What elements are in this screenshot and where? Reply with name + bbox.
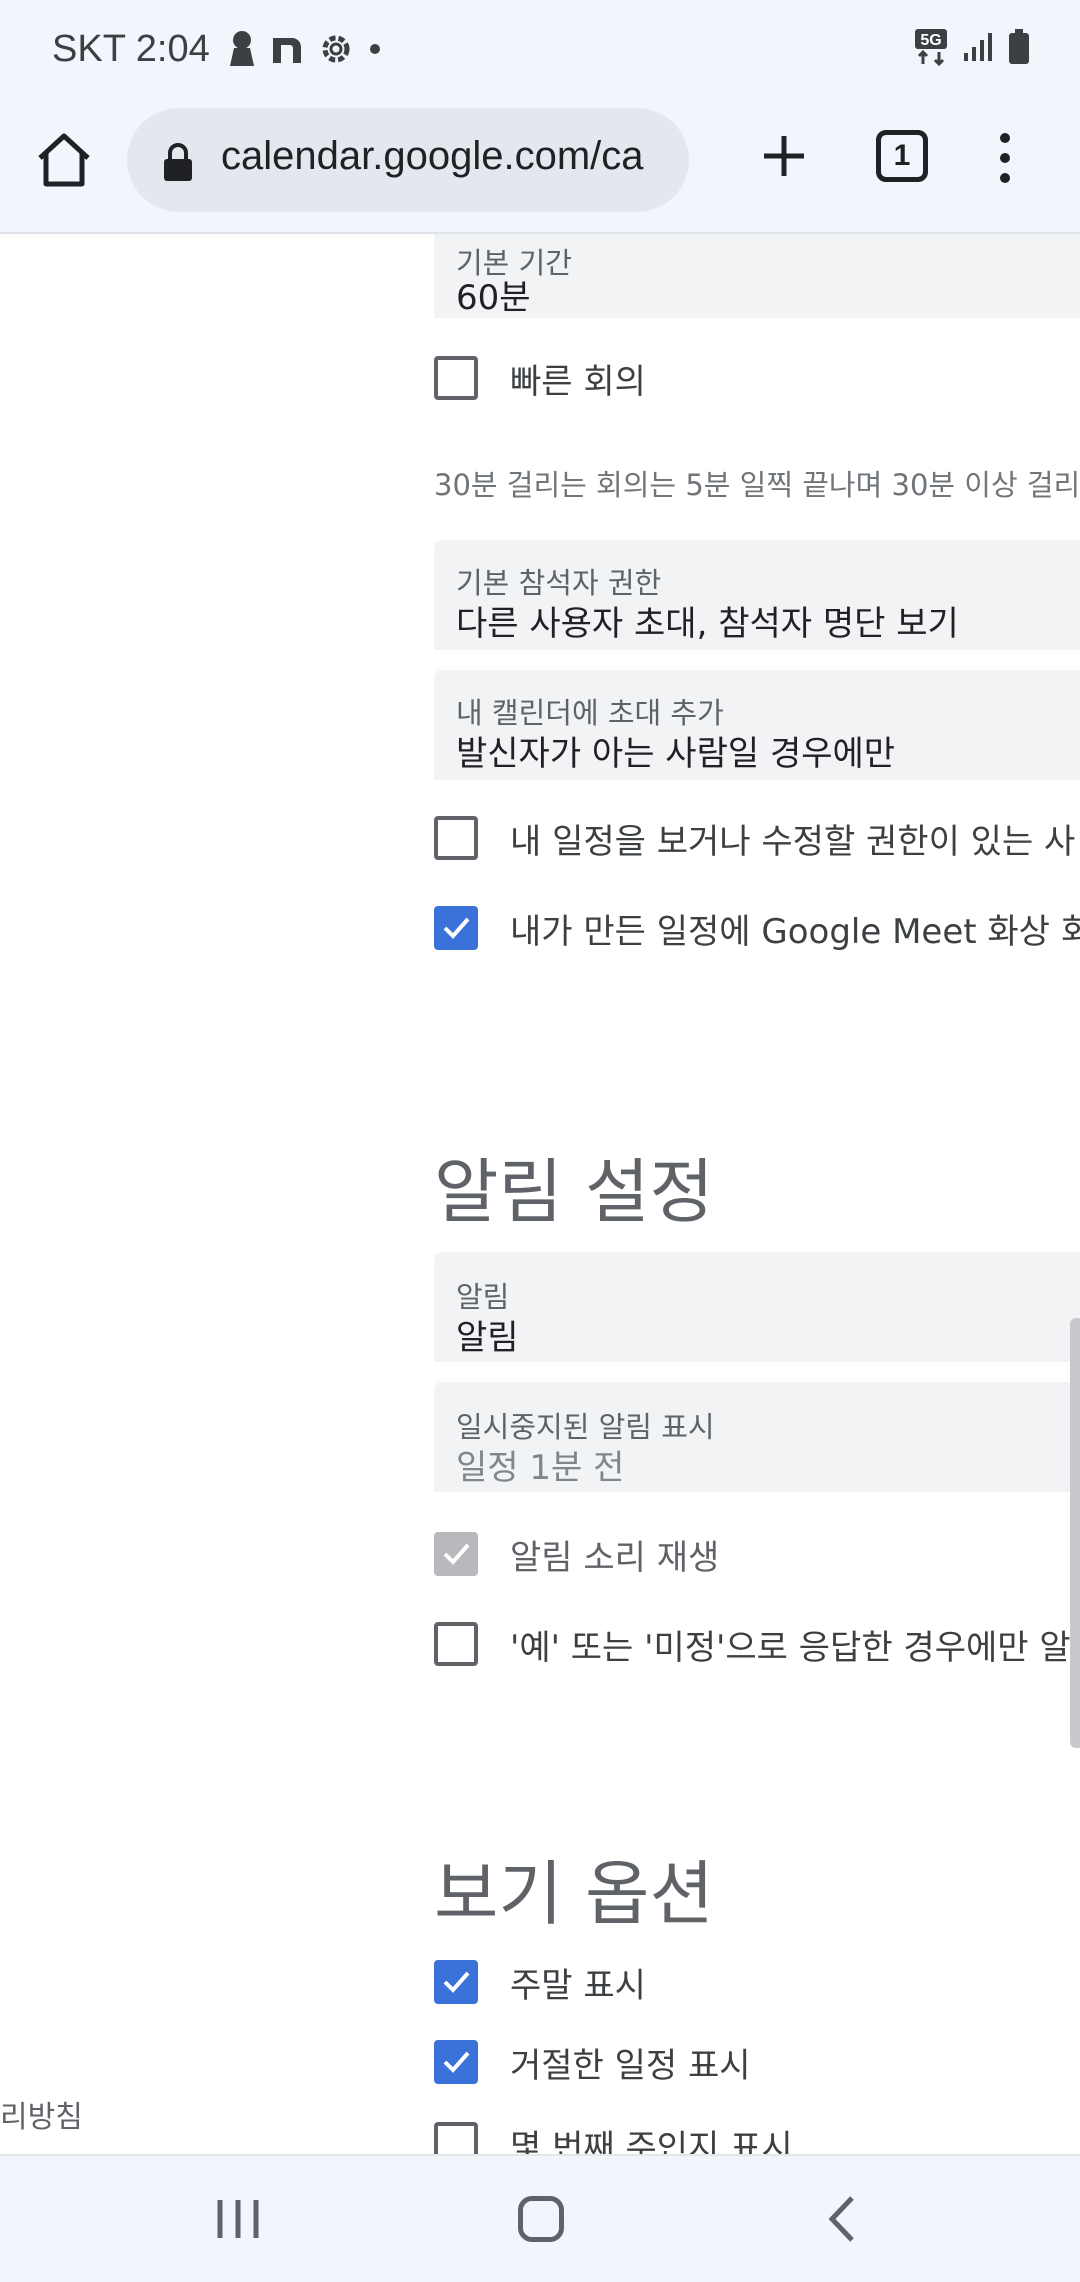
status-bar: SKT 2:04 5G [0, 0, 1080, 100]
check-icon [443, 2051, 470, 2073]
url-text[interactable]: calendar.google.com/ca [221, 134, 661, 179]
check-icon [443, 1543, 470, 1565]
show-week-numbers-label: 몇 번째 주인지 표시 [510, 2128, 793, 2154]
play-sound-label: 알림 소리 재생 [510, 1538, 720, 1578]
guest-permissions-select[interactable]: 기본 참석자 권한 다른 사용자 초대, 참석자 명단 보기 [434, 540, 1080, 650]
speedy-meetings-checkbox[interactable] [434, 356, 478, 400]
guest-permissions-value: 다른 사용자 초대, 참석자 명단 보기 [456, 604, 959, 644]
settings-content: 기본 기간 60분 빠른 회의 30분 걸리는 회의는 5분 일찍 끝나며 30… [0, 234, 1080, 2154]
new-tab-plus-icon[interactable] [752, 124, 816, 188]
show-week-numbers-checkbox[interactable] [434, 2122, 478, 2154]
scrollbar-thumb[interactable] [1070, 1318, 1080, 1748]
more-vert-icon[interactable] [990, 126, 1020, 190]
only-yes-maybe-checkbox[interactable] [434, 1622, 478, 1666]
dot-icon [370, 44, 380, 54]
notification-settings-title: 알림 설정 [434, 1151, 714, 1233]
status-right-icons: 5G [914, 28, 1030, 66]
lock-icon [164, 143, 192, 181]
gear-icon [322, 35, 350, 63]
add-invitations-select[interactable]: 내 캘린더에 초대 추가 발신자가 아는 사람일 경우에만 [434, 670, 1080, 780]
speedy-meetings-label: 빠른 회의 [510, 362, 646, 402]
notification-select[interactable]: 알림 알림 [434, 1252, 1080, 1362]
5g-icon: 5G [915, 29, 947, 66]
battery-icon [1009, 29, 1029, 64]
snoozed-notifications-select[interactable]: 일시중지된 알림 표시 일정 1분 전 [434, 1382, 1080, 1492]
show-weekends-checkbox[interactable] [434, 1960, 478, 2004]
view-options-title: 보기 옵션 [434, 1853, 714, 1935]
address-bar[interactable]: calendar.google.com/ca [127, 108, 689, 212]
notification-value: 알림 [456, 1318, 519, 1358]
keyhole-icon [230, 31, 254, 66]
signal-icon [964, 33, 992, 61]
browser-toolbar: calendar.google.com/ca 1 [0, 100, 1080, 234]
privacy-policy-link[interactable]: 리방침 [0, 2092, 83, 2136]
network-label: 5G [920, 32, 941, 49]
only-yes-maybe-label: '예' 또는 '미정'으로 응답한 경우에만 알림 [510, 1628, 1080, 1668]
show-declined-checkbox[interactable] [434, 2040, 478, 2084]
share-permission-checkbox[interactable] [434, 816, 478, 860]
n-app-icon [273, 38, 301, 63]
nav-home-button[interactable] [518, 2196, 564, 2242]
recent-apps-icon[interactable] [208, 2198, 268, 2240]
play-sound-checkbox [434, 1532, 478, 1576]
google-meet-checkbox[interactable] [434, 906, 478, 950]
back-icon[interactable] [822, 2194, 862, 2244]
home-icon[interactable] [32, 128, 96, 192]
system-nav-bar [0, 2154, 1080, 2282]
default-duration-select[interactable]: 기본 기간 60분 [434, 234, 1080, 318]
tab-switcher-button[interactable]: 1 [876, 130, 928, 182]
check-icon [443, 1971, 470, 1993]
add-invitations-value: 발신자가 아는 사람일 경우에만 [456, 734, 896, 774]
share-permission-label: 내 일정을 보거나 수정할 권한이 있는 사 [510, 822, 1076, 862]
show-weekends-label: 주말 표시 [510, 1966, 646, 2006]
tab-count: 1 [893, 139, 911, 172]
snoozed-notifications-value: 일정 1분 전 [456, 1448, 625, 1488]
check-icon [443, 917, 470, 939]
default-duration-value: 60분 [456, 278, 531, 318]
status-time: SKT 2:04 [52, 28, 210, 70]
speedy-meetings-note: 30분 걸리는 회의는 5분 일찍 끝나며 30분 이상 걸리는 [434, 468, 1080, 502]
google-meet-label: 내가 만든 일정에 Google Meet 화상 회의 [510, 912, 1080, 952]
show-declined-label: 거절한 일정 표시 [510, 2046, 751, 2086]
status-left-icons [228, 30, 382, 68]
